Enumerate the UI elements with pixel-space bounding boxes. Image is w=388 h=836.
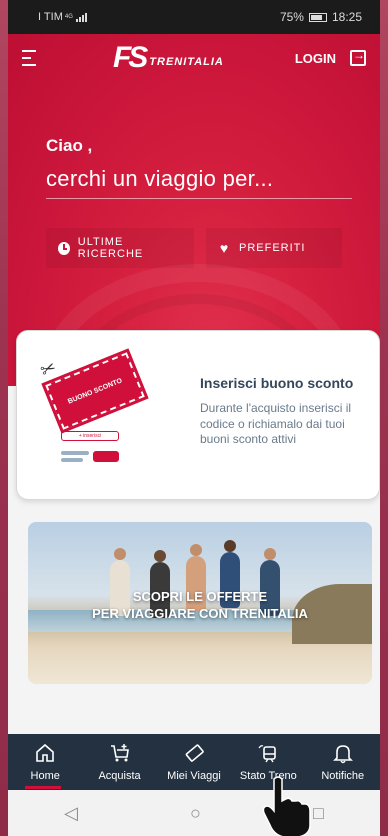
clock-icon <box>58 241 70 255</box>
home-circle-icon[interactable]: ○ <box>190 803 201 824</box>
voucher-ticket: BUONO SCONTO <box>41 347 149 435</box>
nav-home[interactable]: Home <box>9 734 81 790</box>
battery-icon <box>308 12 327 22</box>
promo-text: SCOPRI LE OFFERTE PER VIAGGIARE CON TREN… <box>28 588 372 622</box>
greeting: Ciao , <box>46 136 93 155</box>
trenitalia-logo: FS TRENITALIA <box>113 43 224 73</box>
illustration-bar <box>61 458 83 462</box>
voucher-card[interactable]: BUONO SCONTO ✂ + inserisci Inserisci buo… <box>16 330 380 500</box>
nav-miei-viaggi[interactable]: Miei Viaggi <box>158 734 230 790</box>
status-bar: I TIM 4G 75% 18:25 <box>8 0 380 34</box>
bell-icon <box>332 742 354 764</box>
promo-person-head <box>154 550 166 562</box>
recent-searches-label: ULTIME RICERCHE <box>77 236 144 260</box>
signal-icon <box>75 12 87 22</box>
battery-percent: 75% <box>279 10 304 24</box>
active-indicator <box>25 786 62 789</box>
voucher-description: Durante l'acquisto inserisci il codice o… <box>200 401 352 446</box>
cart-icon <box>109 742 131 764</box>
fs-logo-mark: FS <box>112 41 148 74</box>
promo-line-1: SCOPRI LE OFFERTE <box>132 589 268 604</box>
back-icon[interactable]: ◁ <box>64 803 78 824</box>
system-navigation: ◁ ○ □ <box>8 790 380 836</box>
heart-icon: ♥ <box>219 239 230 256</box>
favorites-button[interactable]: ♥ PREFERITI <box>206 228 342 268</box>
promo-person-head <box>224 540 236 552</box>
search-prompt[interactable]: cerchi un viaggio per... <box>46 166 273 192</box>
promo-person-head <box>190 544 202 556</box>
illustration-input: + inserisci <box>61 431 119 441</box>
pointing-hand-icon <box>258 775 318 836</box>
top-navigation: FS TRENITALIA LOGIN <box>8 34 380 82</box>
home-icon <box>34 742 56 764</box>
logo-text: TRENITALIA <box>149 56 224 68</box>
network-label: 4G <box>64 14 73 20</box>
menu-icon[interactable] <box>22 50 42 66</box>
nav-acquista[interactable]: Acquista <box>84 734 156 790</box>
search-underline <box>46 198 352 199</box>
nav-miei-viaggi-label: Miei Viaggi <box>167 770 221 782</box>
train-icon <box>257 742 279 764</box>
nav-home-label: Home <box>30 770 60 782</box>
nav-acquista-label: Acquista <box>98 770 141 782</box>
favorites-label: PREFERITI <box>239 242 306 254</box>
login-icon[interactable] <box>350 48 366 66</box>
voucher-title: Inserisci buono sconto <box>200 375 354 391</box>
illustration-bar <box>61 451 89 455</box>
promo-person-head <box>114 548 126 560</box>
scissors-icon: ✂ <box>37 356 60 382</box>
promo-banner[interactable]: SCOPRI LE OFFERTE PER VIAGGIARE CON TREN… <box>28 522 372 684</box>
promo-person-head <box>264 548 276 560</box>
voucher-illustration: BUONO SCONTO ✂ + inserisci <box>37 347 151 471</box>
ticket-icon <box>183 742 205 764</box>
recent-searches-button[interactable]: ULTIME RICERCHE <box>46 228 194 268</box>
login-button[interactable]: LOGIN <box>295 51 336 66</box>
phone-screen: I TIM 4G 75% 18:25 FS TRENITALIA LOGIN C… <box>8 0 380 836</box>
nav-notifiche-label: Notifiche <box>321 770 365 782</box>
promo-line-2: PER VIAGGIARE CON TRENITALIA <box>92 606 308 621</box>
bottom-navigation: Home Acquista Miei Viaggi Stato Treno No… <box>8 734 380 790</box>
carrier-label: I TIM <box>38 11 63 23</box>
illustration-button <box>93 451 119 462</box>
clock: 18:25 <box>331 10 362 24</box>
